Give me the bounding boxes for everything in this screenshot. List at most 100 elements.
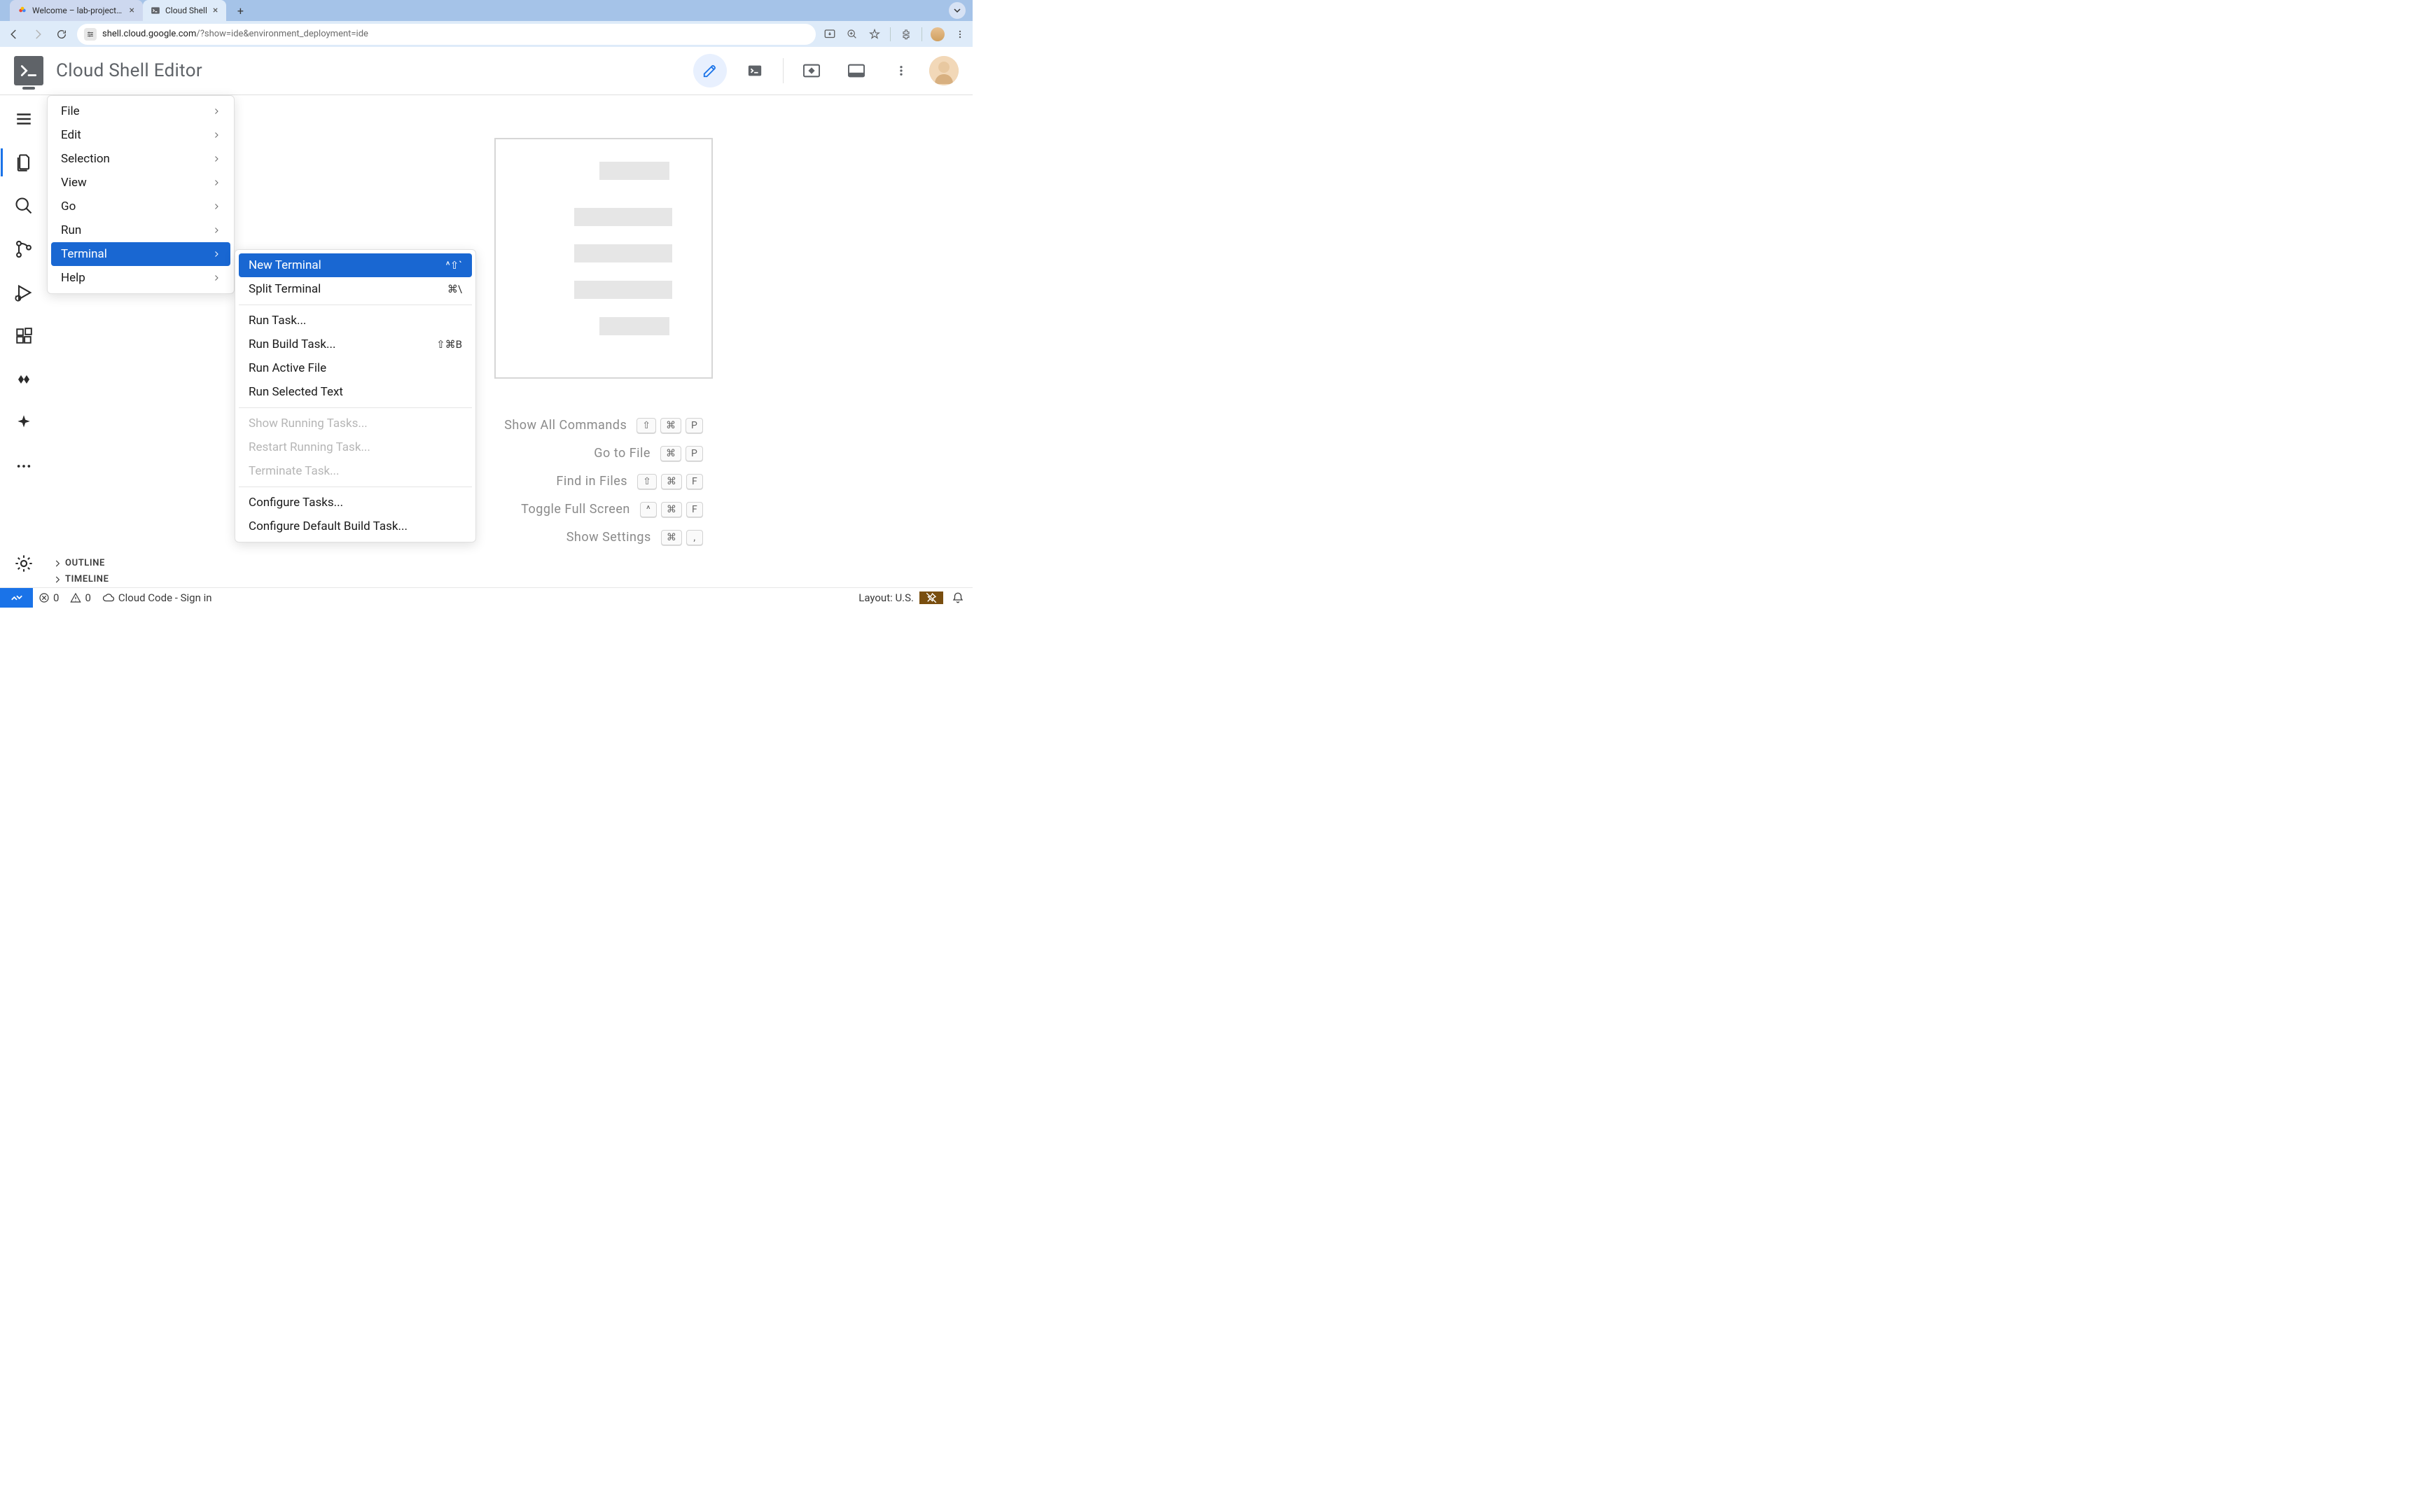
- chevron-right-icon: [53, 559, 62, 568]
- problems-errors[interactable]: 0: [33, 592, 64, 604]
- browser-tab-strip: Welcome – lab-project-id-ex × Cloud Shel…: [0, 0, 973, 21]
- cloud-icon: [102, 593, 115, 603]
- terminal-submenu-popup: New Terminal^⇧` Split Terminal⌘\ Run Tas…: [235, 249, 476, 542]
- chevron-right-icon: [53, 575, 62, 584]
- forward-button[interactable]: [29, 26, 46, 43]
- menu-run[interactable]: Run: [51, 218, 230, 242]
- main-menu-popup: File Edit Selection View Go Run Terminal…: [47, 95, 235, 294]
- close-icon[interactable]: ×: [128, 5, 136, 16]
- remote-indicator-button[interactable]: [0, 588, 33, 608]
- search-button[interactable]: [7, 189, 41, 223]
- timeline-label: TIMELINE: [65, 574, 109, 584]
- problems-warnings[interactable]: 0: [64, 592, 96, 604]
- run-debug-button[interactable]: [7, 276, 41, 309]
- menu-edit[interactable]: Edit: [51, 123, 230, 147]
- back-button[interactable]: [6, 26, 22, 43]
- menu-file[interactable]: File: [51, 99, 230, 123]
- status-bar: 0 0 Cloud Code - Sign in Layout: U.S.: [0, 587, 973, 608]
- tabs-dropdown-button[interactable]: [949, 2, 966, 19]
- menu-selection[interactable]: Selection: [51, 147, 230, 171]
- app-header: Cloud Shell Editor: [0, 47, 973, 95]
- app-title: Cloud Shell Editor: [56, 60, 202, 81]
- browser-tab-title: Cloud Shell: [165, 6, 207, 15]
- ai-assist-button[interactable]: [7, 406, 41, 440]
- profile-avatar-icon[interactable]: [931, 27, 945, 41]
- user-avatar[interactable]: [929, 56, 959, 85]
- browser-chrome: Welcome – lab-project-id-ex × Cloud Shel…: [0, 0, 973, 47]
- explorer-button[interactable]: [7, 146, 41, 179]
- new-tab-button[interactable]: +: [230, 1, 250, 20]
- menu-help[interactable]: Help: [51, 266, 230, 290]
- extensions-button[interactable]: [7, 319, 41, 353]
- source-control-button[interactable]: [7, 232, 41, 266]
- bell-icon: [952, 592, 964, 604]
- cloud-shell-logo-icon: [14, 56, 43, 85]
- chevron-right-icon: [212, 178, 221, 187]
- shortcut-show-settings: Show Settings ⌘,: [504, 530, 703, 545]
- submenu-new-terminal[interactable]: New Terminal^⇧`: [239, 253, 472, 277]
- error-icon: [39, 592, 50, 603]
- shortcut-show-all-commands: Show All Commands ⇧⌘P: [504, 418, 703, 433]
- favicon-shell-icon: [150, 5, 161, 16]
- menu-separator: [239, 407, 472, 408]
- submenu-run-build-task[interactable]: Run Build Task...⇧⌘B: [239, 332, 472, 356]
- more-menu-button[interactable]: [884, 54, 918, 88]
- site-settings-icon[interactable]: [84, 28, 97, 41]
- terminal-mode-button[interactable]: [738, 54, 772, 88]
- browser-tab-title: Welcome – lab-project-id-ex: [32, 6, 124, 15]
- submenu-run-task[interactable]: Run Task...: [239, 309, 472, 332]
- submenu-run-selected-text[interactable]: Run Selected Text: [239, 380, 472, 404]
- bookmark-icon[interactable]: [868, 27, 882, 41]
- outline-section-header[interactable]: OUTLINE: [47, 555, 235, 571]
- url-input[interactable]: shell.cloud.google.com/?show=ide&environ…: [77, 24, 816, 45]
- chevron-right-icon: [212, 202, 221, 211]
- browser-tab-welcome[interactable]: Welcome – lab-project-id-ex ×: [10, 0, 143, 21]
- chevron-right-icon: [212, 226, 221, 234]
- browser-tab-cloud-shell[interactable]: Cloud Shell ×: [143, 0, 226, 21]
- menu-go[interactable]: Go: [51, 195, 230, 218]
- welcome-shortcuts: Show All Commands ⇧⌘P Go to File ⌘P Find…: [504, 418, 703, 545]
- main-area: OUTLINE TIMELINE Show All Commands ⇧⌘P: [0, 95, 973, 587]
- address-bar-actions: [823, 27, 967, 41]
- favicon-gcp-icon: [17, 5, 28, 16]
- menu-separator: [239, 486, 472, 487]
- settings-gear-button[interactable]: [7, 547, 41, 580]
- shortcut-go-to-file: Go to File ⌘P: [504, 446, 703, 461]
- chevron-right-icon: [212, 107, 221, 115]
- reload-button[interactable]: [53, 26, 70, 43]
- more-activity-button[interactable]: [7, 449, 41, 483]
- url-text: shell.cloud.google.com/?show=ide&environ…: [102, 29, 368, 39]
- activity-bar: [0, 95, 47, 587]
- close-icon[interactable]: ×: [211, 5, 219, 16]
- cloud-code-button[interactable]: [7, 363, 41, 396]
- install-pwa-icon[interactable]: [823, 27, 837, 41]
- chevron-right-icon: [212, 131, 221, 139]
- menu-terminal[interactable]: Terminal: [51, 242, 230, 266]
- extensions-icon[interactable]: [899, 27, 913, 41]
- submenu-configure-tasks[interactable]: Configure Tasks...: [239, 491, 472, 514]
- submenu-restart-running-task: Restart Running Task...: [239, 435, 472, 459]
- menu-separator: [239, 304, 472, 305]
- browser-menu-icon[interactable]: [953, 27, 967, 41]
- chevron-right-icon: [212, 155, 221, 163]
- submenu-split-terminal[interactable]: Split Terminal⌘\: [239, 277, 472, 301]
- submenu-run-active-file[interactable]: Run Active File: [239, 356, 472, 380]
- warning-icon: [70, 592, 81, 603]
- separator: [783, 58, 784, 83]
- open-in-new-window-button[interactable]: [840, 54, 873, 88]
- submenu-configure-default-build-task[interactable]: Configure Default Build Task...: [239, 514, 472, 538]
- zoom-icon[interactable]: [845, 27, 859, 41]
- shortcut-find-in-files: Find in Files ⇧⌘F: [504, 474, 703, 489]
- shortcut-toggle-full-screen: Toggle Full Screen ^⌘F: [504, 502, 703, 517]
- menu-view[interactable]: View: [51, 171, 230, 195]
- separator: [890, 27, 891, 41]
- chevron-right-icon: [212, 250, 221, 258]
- preview-button[interactable]: [795, 54, 828, 88]
- cloud-code-signin[interactable]: Cloud Code - Sign in: [97, 592, 218, 604]
- timeline-section-header[interactable]: TIMELINE: [47, 571, 235, 587]
- editor-mode-button[interactable]: [693, 54, 727, 88]
- hamburger-menu-button[interactable]: [7, 102, 41, 136]
- notification-badge[interactable]: [919, 592, 943, 604]
- notifications-button[interactable]: [943, 592, 973, 604]
- keyboard-layout[interactable]: Layout: U.S.: [853, 592, 919, 604]
